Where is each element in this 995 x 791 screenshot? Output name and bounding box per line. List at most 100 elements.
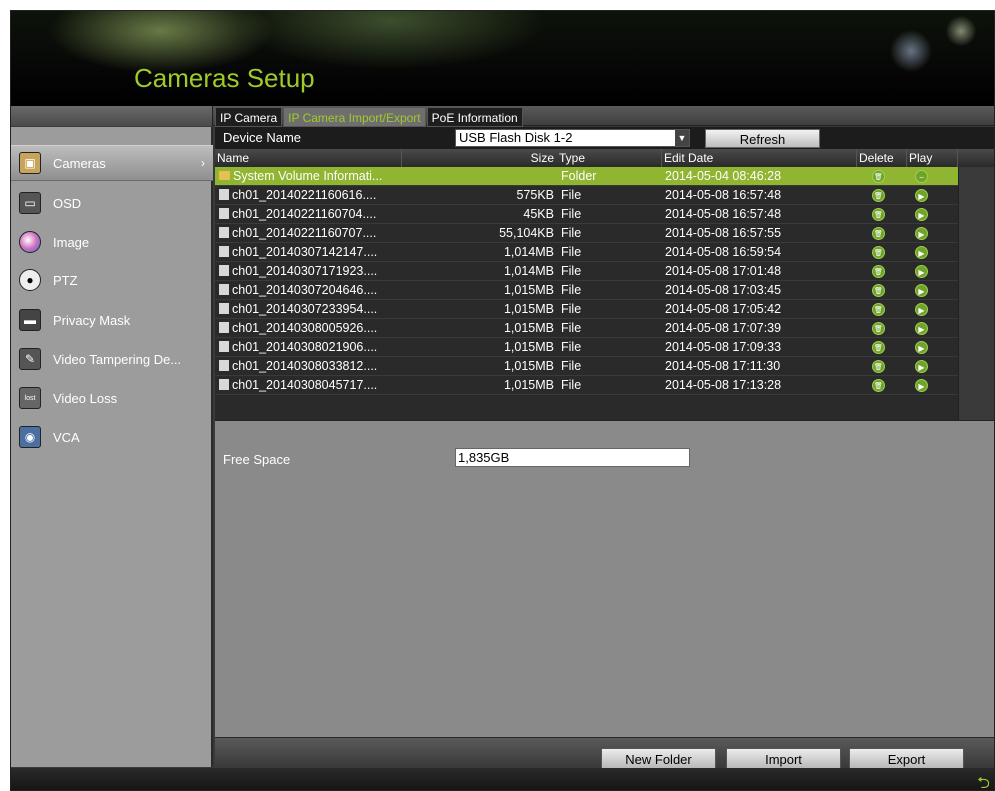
table-scrollbar[interactable] <box>958 167 994 420</box>
row-size: 1,015MB <box>503 283 554 297</box>
row-edit-date: 2014-05-08 17:11:30 <box>665 359 781 373</box>
delete-icon[interactable]: 🗑 <box>872 170 885 183</box>
free-space-row: Free Space 1,835GB <box>215 445 994 469</box>
row-name-text: ch01_20140307233954.... <box>232 302 378 316</box>
sidebar-item-label: Video Loss <box>53 390 118 406</box>
header-delete: Delete <box>857 149 907 167</box>
play-icon[interactable]: ▶ <box>915 189 928 202</box>
row-edit-date: 2014-05-04 08:46:28 <box>665 169 782 183</box>
play-icon[interactable]: ▶ <box>915 265 928 278</box>
refresh-button[interactable]: Refresh <box>705 129 820 148</box>
delete-icon[interactable]: 🗑 <box>872 379 885 392</box>
file-icon <box>219 379 229 390</box>
chevron-down-icon[interactable]: ▼ <box>675 130 689 146</box>
sidebar-item-vca[interactable]: ◉ VCA <box>11 419 213 455</box>
chevron-right-icon: › <box>201 156 205 170</box>
table-row[interactable]: ch01_20140307204646.... 1,015MB File 2014-0… <box>215 281 958 300</box>
delete-icon[interactable]: 🗑 <box>872 265 885 278</box>
row-name: ch01_20140221160707.... <box>219 224 402 243</box>
delete-icon[interactable]: 🗑 <box>872 227 885 240</box>
header-edit-date[interactable]: Edit Date <box>662 149 857 167</box>
privacy-mask-icon: ▬ <box>19 309 41 331</box>
sidebar-item-label: Image <box>53 234 90 250</box>
import-button[interactable]: Import <box>726 748 841 770</box>
delete-icon[interactable]: 🗑 <box>872 284 885 297</box>
sidebar-item-video-tampering[interactable]: ✎ Video Tampering De... <box>11 341 213 377</box>
row-type: File <box>561 188 582 202</box>
table-row[interactable]: ch01_20140307171923.... 1,014MB File 2014-0… <box>215 262 958 281</box>
folder-icon <box>219 171 230 180</box>
row-name: ch01_20140308033812.... <box>219 357 402 376</box>
tab-ip-camera-import-export[interactable]: IP Camera Import/Export <box>283 107 426 127</box>
row-type: File <box>561 283 582 297</box>
play-icon[interactable]: ▶ <box>915 246 928 259</box>
device-select[interactable]: USB Flash Disk 1-2 ▼ <box>455 129 690 147</box>
play-icon[interactable]: ▶ <box>915 284 928 297</box>
sidebar-item-ptz[interactable]: ● PTZ <box>11 262 213 298</box>
delete-icon[interactable]: 🗑 <box>872 341 885 354</box>
table-row[interactable]: ch01_20140308045717.... 1,015MB File 2014-0… <box>215 376 958 395</box>
sidebar-item-label: OSD <box>53 195 82 211</box>
sidebar-item-video-loss[interactable]: lost Video Loss <box>11 380 213 416</box>
row-type: File <box>561 264 582 278</box>
row-name: ch01_20140307171923.... <box>219 262 402 281</box>
play-icon[interactable]: ▶ <box>915 303 928 316</box>
free-space-value: 1,835GB <box>455 448 690 467</box>
back-icon[interactable]: ⮌ <box>977 772 990 790</box>
delete-icon[interactable]: 🗑 <box>872 322 885 335</box>
file-icon <box>219 341 229 352</box>
footer-bar: ⮌ <box>11 768 994 790</box>
row-size: 1,015MB <box>503 340 554 354</box>
file-icon <box>219 246 229 257</box>
delete-icon[interactable]: 🗑 <box>872 303 885 316</box>
table-row[interactable]: ch01_20140221160707.... 55,104KB File 2014-… <box>215 224 958 243</box>
row-edit-date: 2014-05-08 17:01:48 <box>665 264 782 278</box>
play-icon[interactable]: ▶ <box>915 341 928 354</box>
table-row[interactable]: ch01_20140221160704.... 45KB File 2014-05-0… <box>215 205 958 224</box>
minus-icon[interactable]: − <box>915 170 928 183</box>
new-folder-button[interactable]: New Folder <box>601 748 716 770</box>
row-name: ch01_20140307204646.... <box>219 281 402 300</box>
play-icon[interactable]: ▶ <box>915 360 928 373</box>
delete-icon[interactable]: 🗑 <box>872 246 885 259</box>
sidebar-item-label: PTZ <box>53 272 78 288</box>
play-icon[interactable]: ▶ <box>915 227 928 240</box>
table-row[interactable]: ch01_20140307233954.... 1,015MB File 2014-0… <box>215 300 958 319</box>
table-row[interactable]: ch01_20140307142147.... 1,014MB File 2014-0… <box>215 243 958 262</box>
play-icon[interactable]: ▶ <box>915 322 928 335</box>
row-type: File <box>561 302 582 316</box>
sidebar-item-image[interactable]: Image <box>11 224 213 260</box>
sidebar-item-osd[interactable]: ▭ OSD <box>11 185 213 221</box>
export-button[interactable]: Export <box>849 748 964 770</box>
delete-icon[interactable]: 🗑 <box>872 360 885 373</box>
row-name-text: ch01_20140307142147.... <box>232 245 378 259</box>
play-icon[interactable]: ▶ <box>915 379 928 392</box>
tab-ip-camera[interactable]: IP Camera <box>215 107 283 127</box>
row-type: Folder <box>561 169 597 183</box>
tab-poe-information[interactable]: PoE Information <box>426 107 523 127</box>
header-name[interactable]: Name <box>215 149 402 167</box>
row-size: 1,015MB <box>503 378 554 392</box>
row-name: ch01_20140307142147.... <box>219 243 402 262</box>
row-name-text: ch01_20140307171923.... <box>232 264 378 278</box>
table-row[interactable]: ch01_20140308033812.... 1,015MB File 2014-0… <box>215 357 958 376</box>
table-row[interactable]: ch01_20140221160616.... 575KB File 2014-05-… <box>215 186 958 205</box>
sidebar-item-label: Cameras <box>53 155 106 171</box>
device-row: Device Name USB Flash Disk 1-2 ▼ Refresh <box>215 127 994 149</box>
header-type[interactable]: Type <box>557 149 662 167</box>
play-icon[interactable]: ▶ <box>915 208 928 221</box>
tab-bar: IP Camera IP Camera Import/Export PoE In… <box>215 107 524 127</box>
sidebar-item-cameras[interactable]: ▣ Cameras › <box>11 145 213 181</box>
delete-icon[interactable]: 🗑 <box>872 189 885 202</box>
row-size: 1,014MB <box>503 264 554 278</box>
table-header: Name Size Type Edit Date Delete Play <box>215 149 994 167</box>
vca-icon: ◉ <box>19 426 41 448</box>
header-size[interactable]: Size <box>402 149 557 167</box>
table-row[interactable]: ch01_20140308005926.... 1,015MB File 2014-0… <box>215 319 958 338</box>
delete-icon[interactable]: 🗑 <box>872 208 885 221</box>
sidebar-item-privacy-mask[interactable]: ▬ Privacy Mask <box>11 302 213 338</box>
table-row[interactable]: ch01_20140308021906.... 1,015MB File 2014-0… <box>215 338 958 357</box>
file-icon <box>219 189 229 200</box>
sidebar-item-label: Video Tampering De... <box>53 351 182 367</box>
table-row[interactable]: System Volume Informati... Folder 2014-05-… <box>215 167 958 186</box>
